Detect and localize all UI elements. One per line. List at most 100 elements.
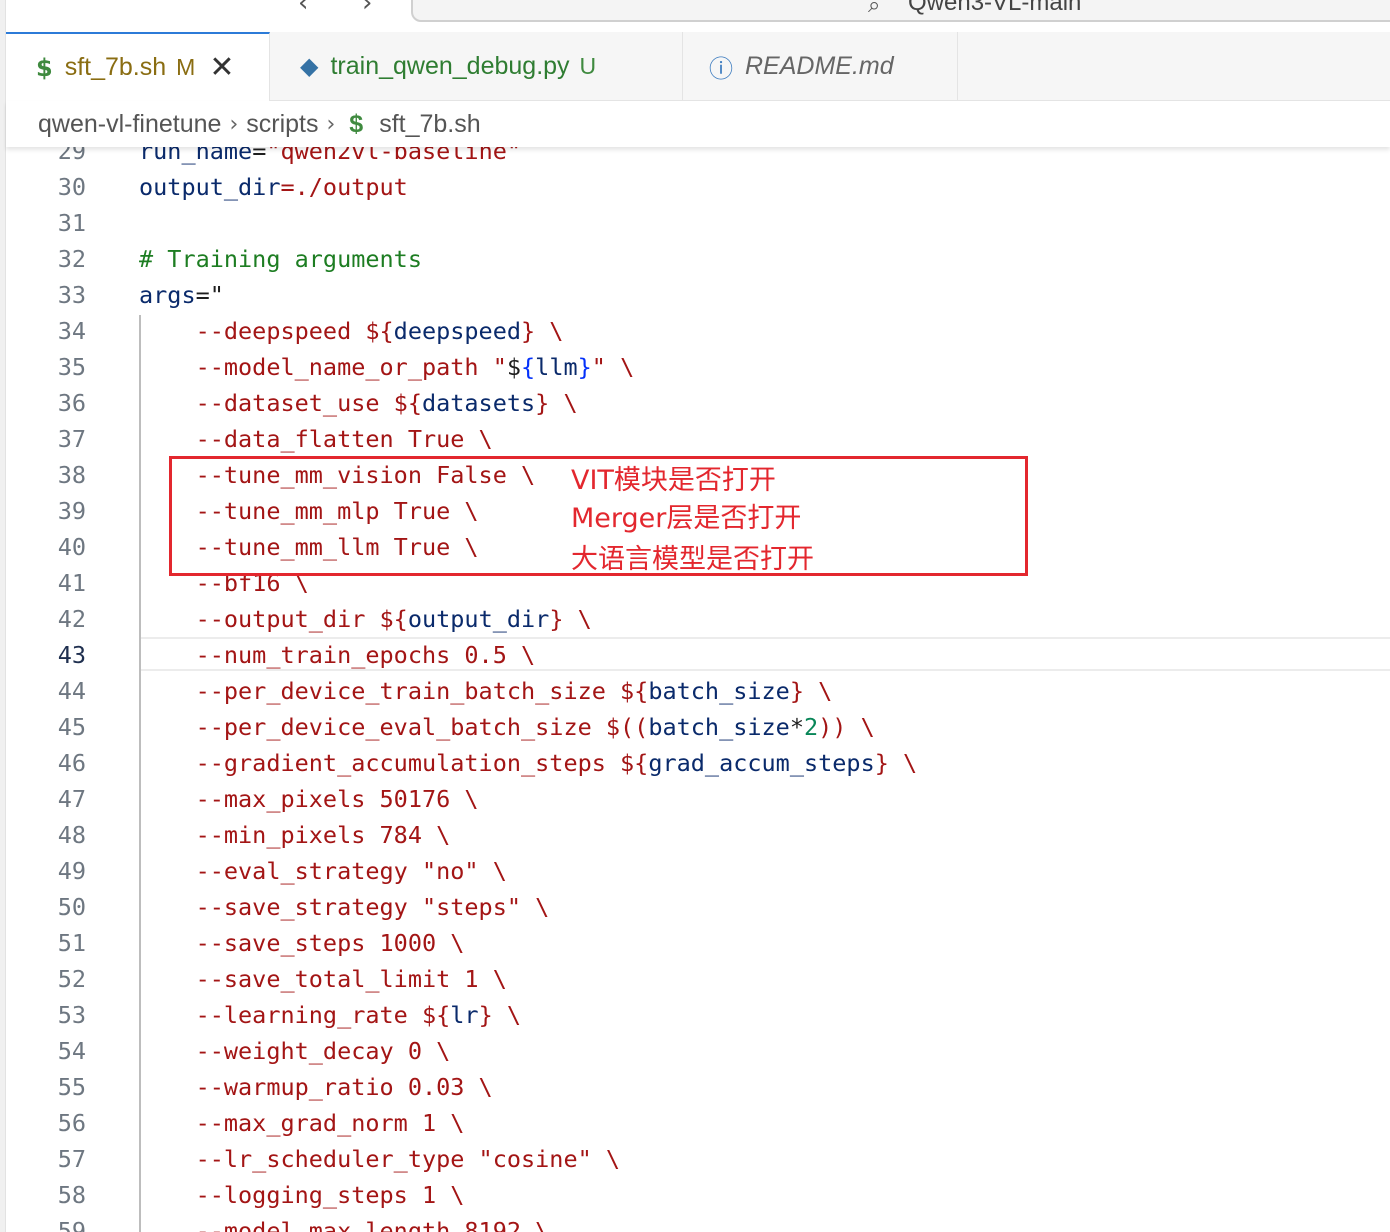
- code-text: --save_total_limit 1 \: [139, 961, 507, 997]
- code-text: --per_device_train_batch_size ${batch_si…: [139, 673, 833, 709]
- code-token: --dataset_use ${: [139, 389, 422, 417]
- code-line[interactable]: 37 --data_flatten True \: [6, 421, 1390, 457]
- line-number: 47: [57, 785, 86, 813]
- code-line[interactable]: 57 --lr_scheduler_type "cosine" \: [6, 1141, 1390, 1177]
- tab-sft-7b-sh[interactable]: $ sft_7b.sh M ✕: [6, 32, 270, 101]
- code-text: --save_steps 1000 \: [139, 925, 465, 961]
- code-token: llm: [535, 353, 578, 381]
- code-token: --num_train_epochs 0.5 \: [139, 641, 536, 669]
- code-line[interactable]: 30 output_dir=./output: [6, 169, 1390, 205]
- line-number: 36: [57, 389, 86, 417]
- tab-label: README.md: [745, 51, 894, 80]
- chevron-right-icon: ›: [229, 111, 239, 137]
- code-line[interactable]: 51 --save_steps 1000 \: [6, 925, 1390, 961]
- line-number: 46: [57, 749, 86, 777]
- code-token: batch_size: [648, 677, 790, 705]
- code-token: } \: [521, 317, 564, 345]
- code-text: --max_pixels 50176 \: [139, 781, 479, 817]
- code-text: --num_train_epochs 0.5 \: [139, 637, 536, 673]
- code-token: --warmup_ratio 0.03 \: [139, 1073, 493, 1101]
- code-token: }: [577, 353, 592, 381]
- code-line[interactable]: 50 --save_strategy "steps" \: [6, 889, 1390, 925]
- code-text: --lr_scheduler_type "cosine" \: [139, 1141, 620, 1177]
- code-line[interactable]: 35 --model_name_or_path "${llm}" \: [6, 349, 1390, 385]
- code-line[interactable]: 49 --eval_strategy "no" \: [6, 853, 1390, 889]
- line-number: 33: [57, 281, 86, 309]
- code-token: --per_device_train_batch_size ${: [139, 677, 649, 705]
- code-token: --model_max_length 8192 \: [139, 1217, 550, 1232]
- code-token: deepspeed: [393, 317, 522, 345]
- modified-badge: M: [176, 54, 196, 80]
- breadcrumb-file[interactable]: sft_7b.sh: [379, 110, 480, 139]
- code-line[interactable]: 33 args=": [6, 277, 1390, 313]
- chevron-right-icon: ›: [326, 111, 336, 137]
- code-token: --gradient_accumulation_steps ${: [139, 749, 649, 777]
- line-number: 52: [57, 965, 86, 993]
- code-text: --logging_steps 1 \: [139, 1177, 465, 1213]
- code-line[interactable]: 45 --per_device_eval_batch_size $((batch…: [6, 709, 1390, 745]
- code-token: lr: [450, 1001, 479, 1029]
- line-number: 59: [57, 1217, 86, 1232]
- code-token: $: [506, 353, 522, 381]
- code-line[interactable]: 52 --save_total_limit 1 \: [6, 961, 1390, 997]
- line-number: 56: [57, 1109, 86, 1137]
- shell-dollar-icon: $: [349, 109, 364, 138]
- code-text: --data_flatten True \: [139, 421, 493, 457]
- code-line[interactable]: 59 --model_max_length 8192 \: [6, 1213, 1390, 1232]
- code-text: --dataset_use ${datasets} \: [139, 385, 578, 421]
- code-line[interactable]: 34 --deepspeed ${deepspeed} \: [6, 313, 1390, 349]
- code-text: --warmup_ratio 0.03 \: [139, 1069, 493, 1105]
- breadcrumb: qwen-vl-finetune › scripts › $ sft_7b.sh: [6, 101, 1390, 147]
- code-text: --per_device_eval_batch_size $((batch_si…: [139, 709, 875, 745]
- tab-readme-md[interactable]: ⓘ README.md: [683, 32, 958, 100]
- code-token: --max_grad_norm 1 \: [139, 1109, 465, 1137]
- code-line[interactable]: 54 --weight_decay 0 \: [6, 1033, 1390, 1069]
- tab-bar: $ sft_7b.sh M ✕ ◆ train_qwen_debug.py U …: [6, 32, 1390, 101]
- breadcrumb-folder-root[interactable]: qwen-vl-finetune: [38, 110, 221, 139]
- code-line[interactable]: 53 --learning_rate ${lr} \: [6, 997, 1390, 1033]
- line-number: 51: [57, 929, 86, 957]
- code-line[interactable]: 44 --per_device_train_batch_size ${batch…: [6, 673, 1390, 709]
- code-token: --weight_decay 0 \: [139, 1037, 451, 1065]
- line-number: 41: [57, 569, 86, 597]
- code-line[interactable]: 36 --dataset_use ${datasets} \: [6, 385, 1390, 421]
- code-line[interactable]: 55 --warmup_ratio 0.03 \: [6, 1069, 1390, 1105]
- code-line[interactable]: 46 --gradient_accumulation_steps ${grad_…: [6, 745, 1390, 781]
- breadcrumb-folder-scripts[interactable]: scripts: [246, 110, 318, 139]
- annotation-merger: Merger层是否打开: [571, 503, 802, 534]
- code-line[interactable]: 32 # Training arguments: [6, 241, 1390, 277]
- line-number: 45: [57, 713, 86, 741]
- code-line[interactable]: 56 --max_grad_norm 1 \: [6, 1105, 1390, 1141]
- code-line[interactable]: 58 --logging_steps 1 \: [6, 1177, 1390, 1213]
- code-text: --output_dir ${output_dir} \: [139, 601, 592, 637]
- code-line[interactable]: 48 --min_pixels 784 \: [6, 817, 1390, 853]
- code-token: --learning_rate ${: [139, 1001, 451, 1029]
- code-lines: 29 run_name="qwen2vl-baseline" 30 output_di…: [6, 133, 1390, 1232]
- close-icon[interactable]: ✕: [209, 52, 234, 83]
- annotation-llm: 大语言模型是否打开: [571, 544, 814, 575]
- code-line[interactable]: 31: [6, 205, 1390, 241]
- line-number: 38: [57, 461, 86, 489]
- code-token: *: [789, 713, 804, 741]
- line-number: 30: [57, 173, 86, 201]
- tab-train-qwen-debug-py[interactable]: ◆ train_qwen_debug.py U: [270, 32, 683, 100]
- line-number: 44: [57, 677, 86, 705]
- line-number: 58: [57, 1181, 86, 1209]
- code-token: --model_name_or_path ": [139, 353, 507, 381]
- code-text: # Training arguments: [139, 241, 422, 277]
- code-text: --deepspeed ${deepspeed} \: [139, 313, 564, 349]
- code-token: --data_flatten True \: [139, 425, 493, 453]
- code-text: --model_max_length 8192 \: [139, 1213, 550, 1232]
- code-line[interactable]: 47 --max_pixels 50176 \: [6, 781, 1390, 817]
- code-line[interactable]: 42 --output_dir ${output_dir} \: [6, 601, 1390, 637]
- code-editor[interactable]: 29 run_name="qwen2vl-baseline" 30 output_di…: [6, 0, 1390, 1232]
- code-token: output_dir: [407, 605, 550, 633]
- code-text: output_dir=./output: [139, 169, 408, 205]
- code-token: )) \: [818, 713, 875, 741]
- code-text: --model_name_or_path "${llm}" \: [139, 349, 635, 385]
- code-line[interactable]: 43 --num_train_epochs 0.5 \: [6, 637, 1390, 673]
- line-number: 53: [57, 1001, 86, 1029]
- code-token: } \: [874, 749, 918, 777]
- code-token: } \: [535, 389, 578, 417]
- line-number: 40: [57, 533, 86, 561]
